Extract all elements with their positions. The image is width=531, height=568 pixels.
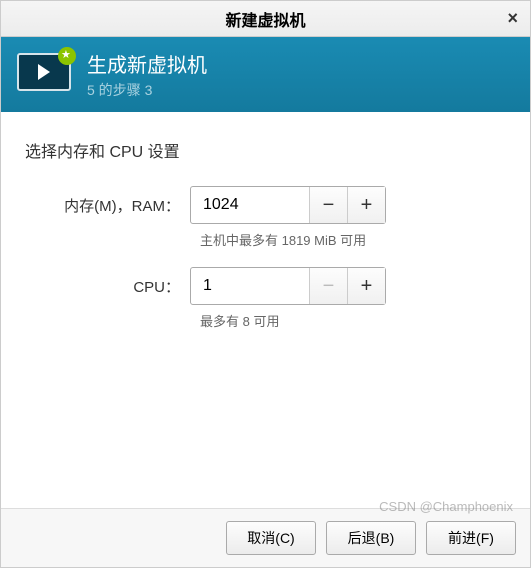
content-area: 选择内存和 CPU 设置 内存(M)，RAM： − + 主机中最多有 1819 …: [1, 112, 530, 508]
forward-button[interactable]: 前进(F): [426, 521, 516, 555]
wizard-header: 生成新虚拟机 5 的步骤 3: [1, 37, 530, 112]
memory-plus-button[interactable]: +: [347, 187, 385, 223]
memory-label: 内存(M)，RAM：: [25, 195, 190, 216]
cpu-minus-button[interactable]: −: [309, 268, 347, 304]
cpu-spinner: − +: [190, 267, 386, 305]
wizard-title: 生成新虚拟机: [87, 49, 207, 78]
vm-icon: [17, 53, 71, 97]
cpu-label: CPU：: [25, 276, 190, 297]
cancel-button[interactable]: 取消(C): [226, 521, 316, 555]
dialog-footer: 取消(C) 后退(B) 前进(F): [1, 508, 530, 567]
titlebar: 新建虚拟机 ×: [1, 1, 530, 37]
memory-input[interactable]: [191, 187, 309, 223]
section-title: 选择内存和 CPU 设置: [25, 138, 506, 162]
cpu-row: CPU： − +: [25, 267, 506, 305]
cpu-plus-button[interactable]: +: [347, 268, 385, 304]
window-title: 新建虚拟机: [225, 7, 305, 31]
cpu-input[interactable]: [191, 268, 309, 304]
memory-spinner: − +: [190, 186, 386, 224]
cpu-hint: 最多有 8 可用: [200, 311, 506, 330]
back-button[interactable]: 后退(B): [326, 521, 416, 555]
close-icon[interactable]: ×: [507, 8, 518, 29]
memory-minus-button[interactable]: −: [309, 187, 347, 223]
memory-hint: 主机中最多有 1819 MiB 可用: [200, 230, 506, 249]
wizard-step: 5 的步骤 3: [87, 80, 207, 100]
memory-row: 内存(M)，RAM： − +: [25, 186, 506, 224]
